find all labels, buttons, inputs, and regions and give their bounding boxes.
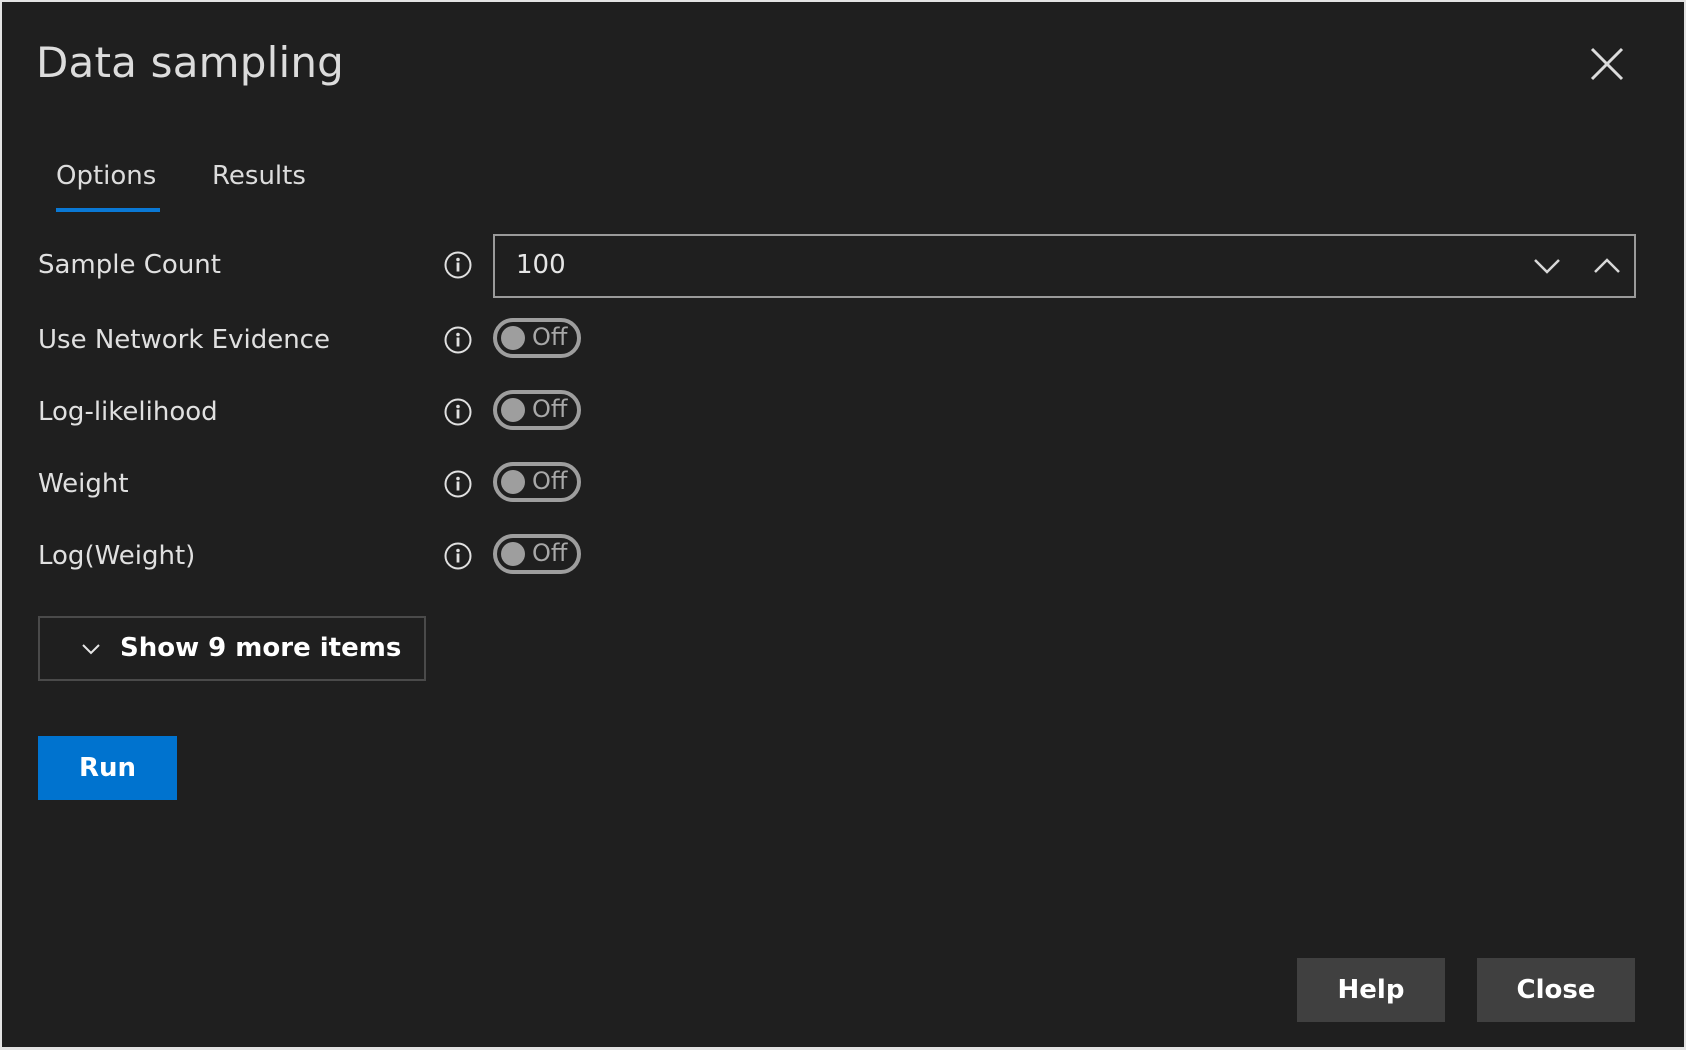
help-button[interactable]: Help [1297,958,1445,1022]
chevron-down-icon [1534,259,1560,274]
chevron-down-icon [82,644,100,655]
log-weight-label: Log(Weight) [38,541,196,571]
weight-toggle[interactable]: Off [493,462,581,502]
toggle-knob [501,326,525,350]
toggle-knob [501,398,525,422]
run-button[interactable]: Run [38,736,177,800]
log-likelihood-label: Log-likelihood [38,397,218,427]
toggle-state: Off [532,539,568,567]
info-icon[interactable] [443,469,473,499]
active-tab-indicator [56,208,160,212]
decrement-button[interactable] [1527,248,1567,284]
toggle-state: Off [532,467,568,495]
info-icon[interactable] [443,541,473,571]
increment-button[interactable] [1587,248,1627,284]
log-weight-toggle[interactable]: Off [493,534,581,574]
tab-results[interactable]: Results [212,158,306,194]
data-sampling-dialog: Data sampling Options Results Sample Cou… [2,2,1684,1047]
info-icon[interactable] [443,397,473,427]
toggle-state: Off [532,323,568,351]
toggle-knob [501,542,525,566]
info-icon[interactable] [443,325,473,355]
dialog-title: Data sampling [36,38,345,87]
tab-options[interactable]: Options [56,158,156,194]
info-icon[interactable] [443,250,473,280]
weight-label: Weight [38,469,129,499]
log-likelihood-toggle[interactable]: Off [493,390,581,430]
close-icon[interactable] [1589,46,1625,82]
toggle-knob [501,470,525,494]
sample-count-value[interactable]: 100 [516,247,566,283]
chevron-up-icon [1594,258,1620,273]
use-network-evidence-label: Use Network Evidence [38,325,330,355]
toggle-state: Off [532,395,568,423]
close-button[interactable]: Close [1477,958,1635,1022]
show-more-items-button[interactable]: Show 9 more items [38,616,426,681]
show-more-items-label: Show 9 more items [120,633,402,663]
sample-count-spinbox[interactable]: 100 [493,234,1636,298]
use-network-evidence-toggle[interactable]: Off [493,318,581,358]
sample-count-label: Sample Count [38,250,221,280]
